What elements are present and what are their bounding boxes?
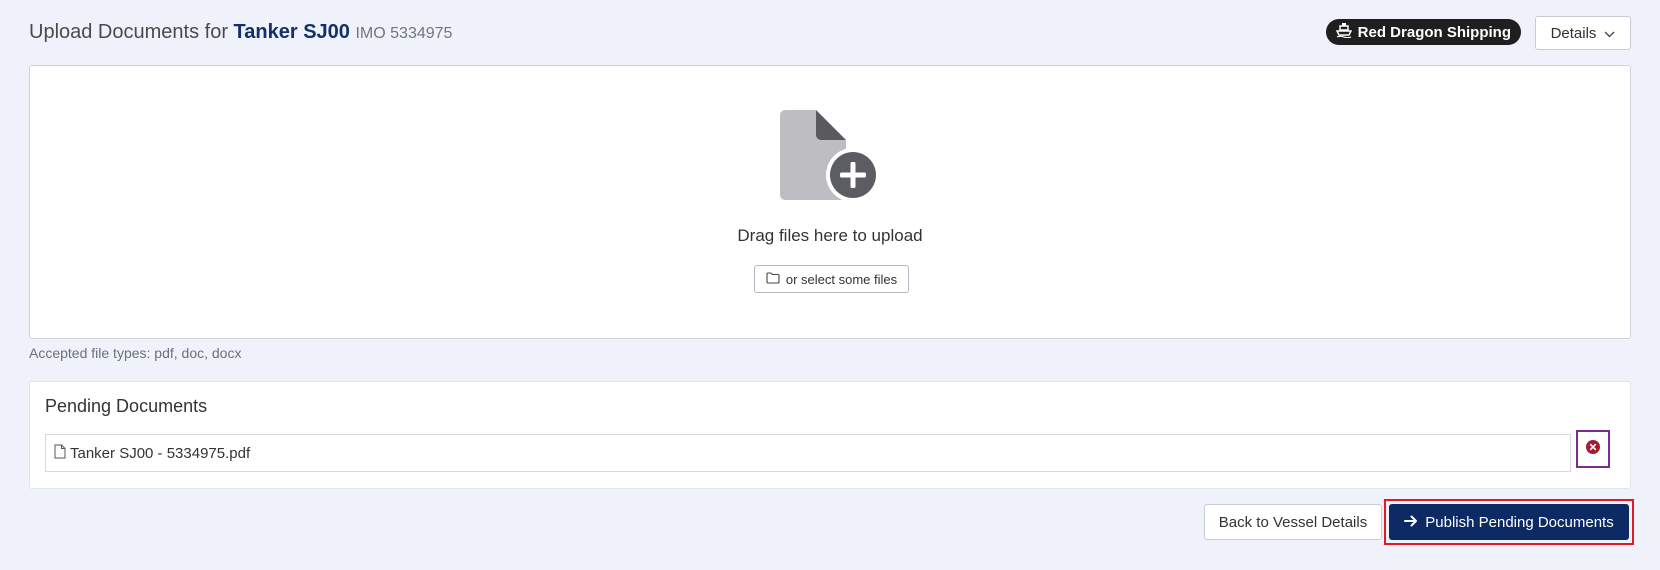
publish-label: Publish Pending Documents: [1425, 513, 1614, 531]
company-name: Red Dragon Shipping: [1357, 23, 1511, 41]
pending-file-row: Tanker SJ00 - 5334975.pdf: [45, 434, 1571, 472]
publish-button-highlight: Publish Pending Documents: [1384, 499, 1634, 545]
title-prefix: Upload Documents for: [29, 21, 228, 43]
page-header: Upload Documents for Tanker SJ00 IMO 533…: [29, 16, 1631, 55]
pending-documents-title: Pending Documents: [45, 396, 208, 416]
imo-number: IMO 5334975: [355, 25, 453, 42]
file-icon: [54, 444, 70, 463]
chevron-down-icon: [1596, 25, 1615, 42]
details-dropdown-button[interactable]: Details: [1535, 16, 1631, 50]
file-drop-zone[interactable]: Drag files here to upload or select some…: [29, 65, 1631, 339]
company-badge: Red Dragon Shipping: [1325, 19, 1521, 45]
remove-file-button[interactable]: [1576, 430, 1610, 468]
folder-icon: [766, 271, 786, 287]
arrow-right-icon: [1404, 514, 1425, 531]
upload-documents-page: Upload Documents for Tanker SJ00 IMO 533…: [0, 0, 1660, 570]
pending-file-name: Tanker SJ00 - 5334975.pdf: [70, 444, 251, 462]
close-circle-icon: [1586, 439, 1600, 459]
pending-documents-panel: Pending Documents Tanker SJ00 - 5334975.…: [29, 381, 1631, 489]
select-files-label: or select some files: [785, 271, 898, 287]
accepted-file-types: Accepted file types: pdf, doc, docx: [29, 345, 242, 361]
details-label: Details: [1550, 24, 1597, 42]
vessel-name: Tanker SJ00: [233, 21, 350, 43]
back-label: Back to Vessel Details: [1218, 513, 1368, 531]
publish-pending-documents-button[interactable]: Publish Pending Documents: [1389, 504, 1629, 540]
back-to-vessel-details-button[interactable]: Back to Vessel Details: [1204, 504, 1382, 540]
file-add-icon: [778, 110, 880, 207]
ship-icon: [1335, 22, 1358, 42]
drag-files-text: Drag files here to upload: [737, 226, 923, 245]
select-files-button[interactable]: or select some files: [754, 265, 909, 293]
page-title: Upload Documents for Tanker SJ00 IMO 533…: [29, 21, 452, 44]
